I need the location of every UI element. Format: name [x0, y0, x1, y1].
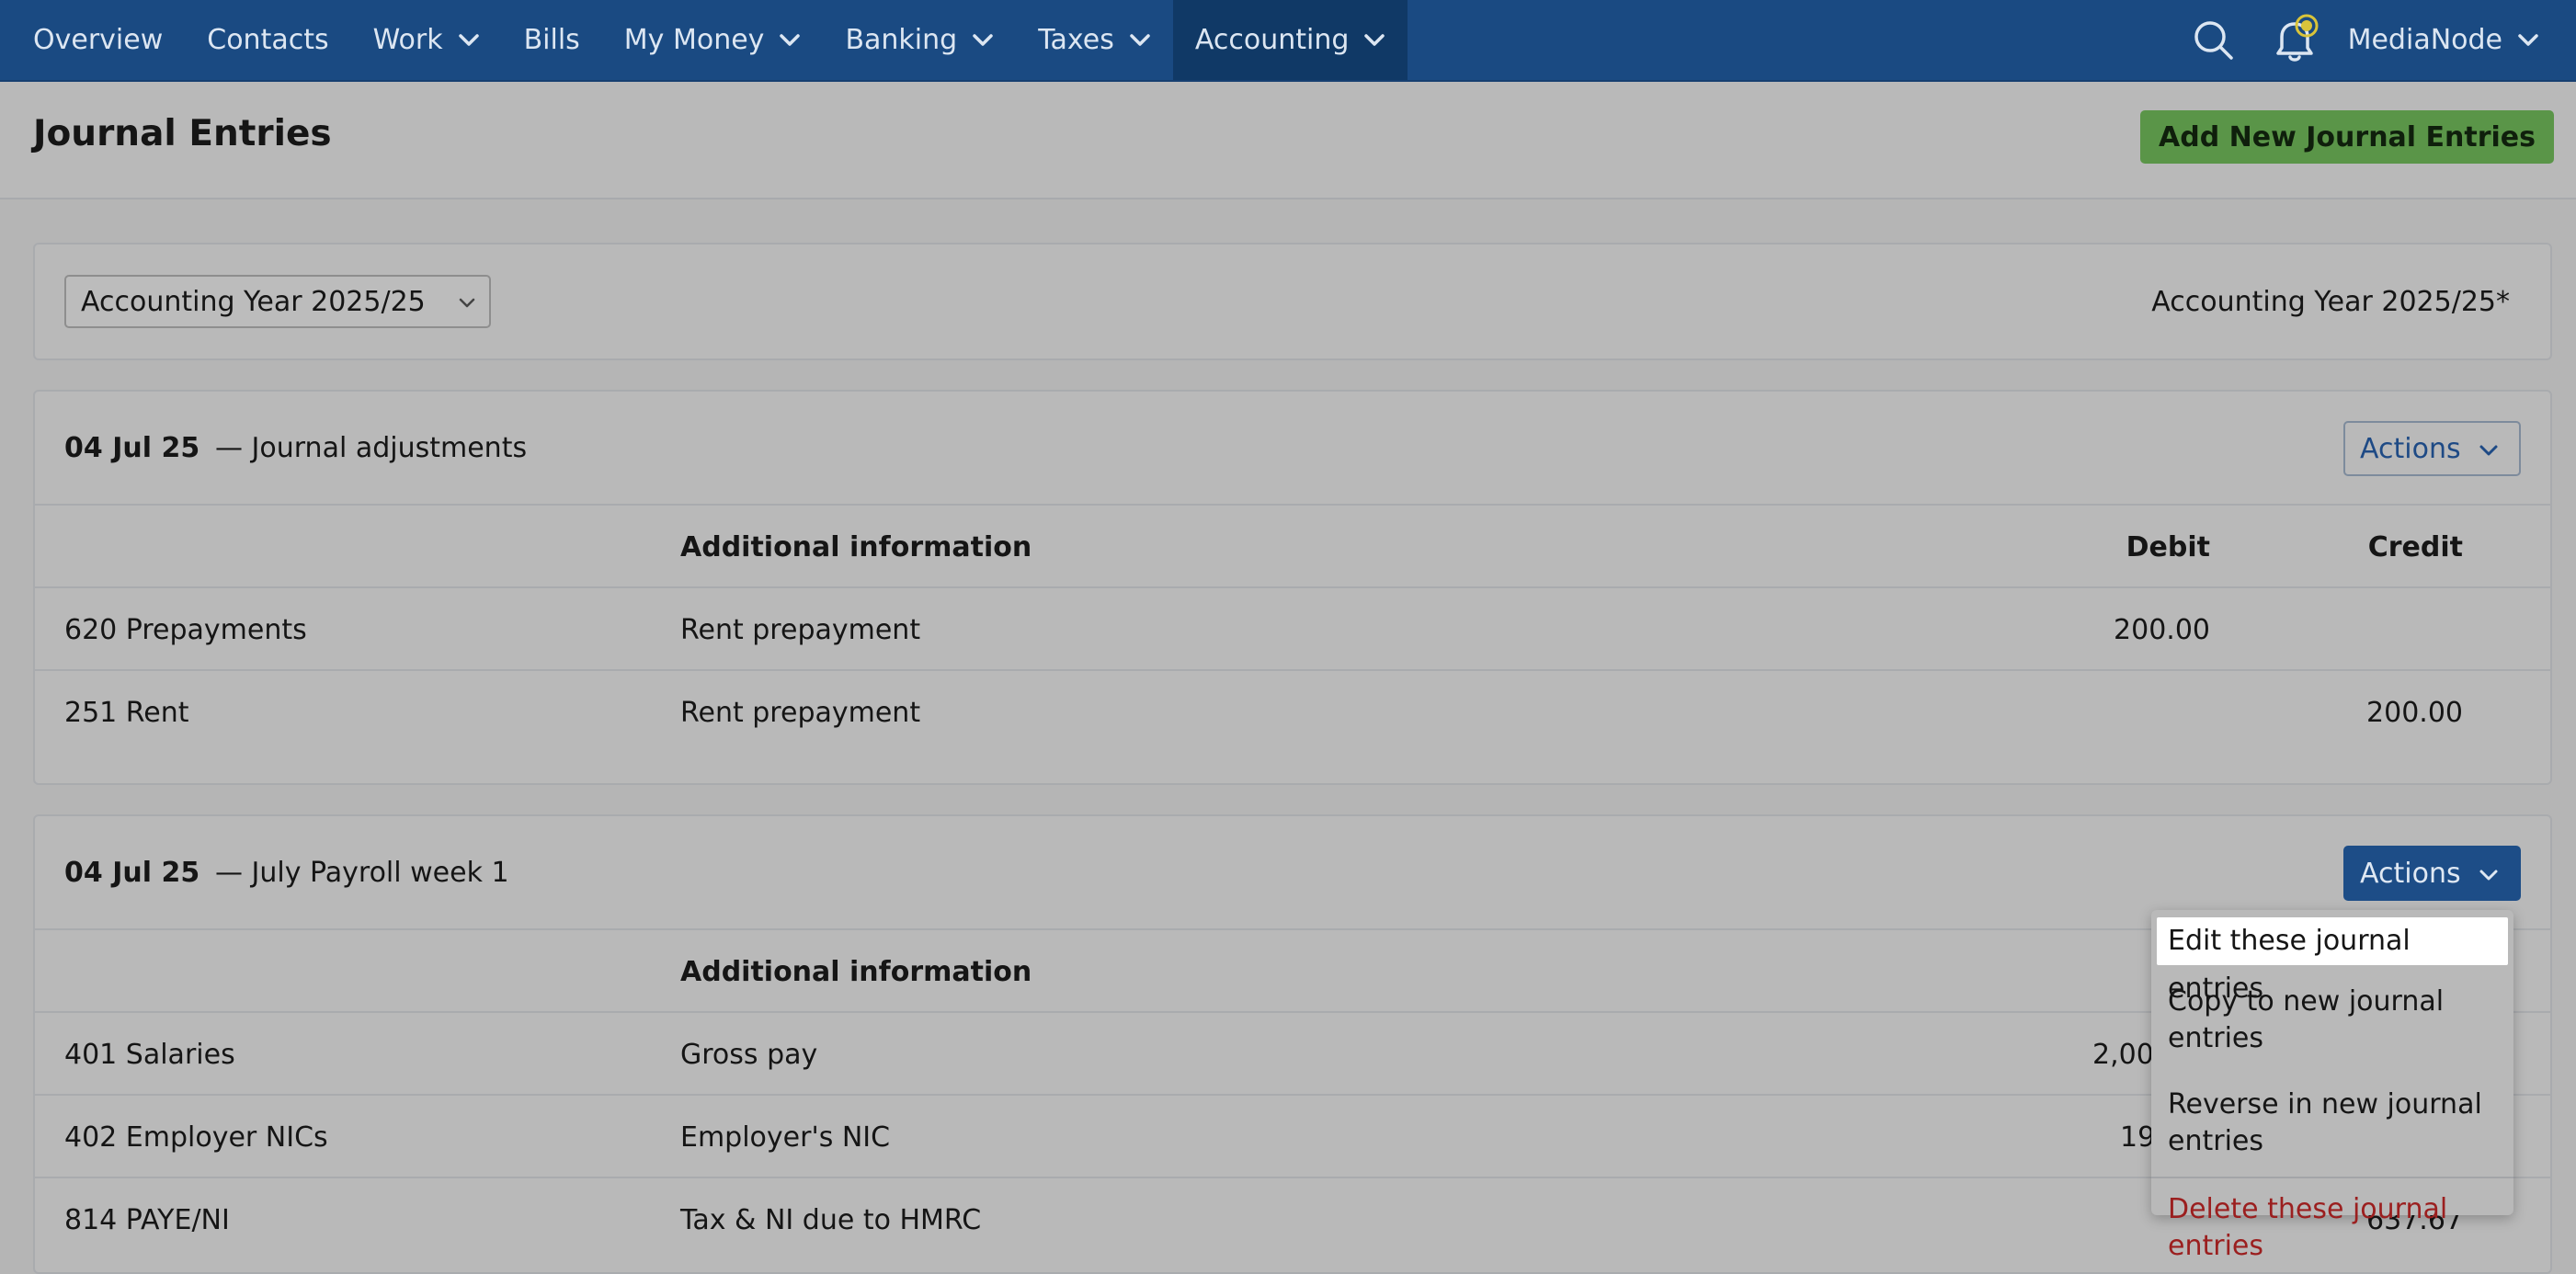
row-debit: 19 — [2120, 1121, 2156, 1154]
nav-label: Contacts — [207, 24, 329, 56]
chevron-down-icon — [973, 33, 993, 46]
journal-entry-header: 04 Jul 25 — Journal adjustments Actions — [35, 392, 2550, 506]
chevron-down-icon — [2518, 33, 2538, 46]
row-account: 620 Prepayments — [64, 614, 307, 646]
row-info: Employer's NIC — [680, 1121, 891, 1154]
nav-work[interactable]: Work — [351, 0, 502, 80]
row-account: 814 PAYE/NI — [64, 1204, 230, 1236]
page-header: Journal Entries Add New Journal Entries — [0, 82, 2576, 199]
menu-item-edit[interactable]: Edit these journal entries — [2157, 917, 2508, 1005]
row-account: 401 Salaries — [64, 1039, 235, 1071]
row-info: Rent prepayment — [680, 614, 921, 646]
nav-banking[interactable]: Banking — [823, 0, 1016, 80]
row-account: 402 Employer NICs — [64, 1121, 328, 1154]
actions-button[interactable]: Actions — [2343, 846, 2521, 901]
chevron-down-icon — [458, 33, 479, 46]
entry-description: — July Payroll week 1 — [215, 857, 509, 889]
chevron-down-icon — [1364, 33, 1385, 46]
actions-label: Actions — [2360, 432, 2461, 465]
chevron-down-icon — [2479, 445, 2498, 456]
row-info: Rent prepayment — [680, 697, 921, 729]
chevron-down-icon — [780, 33, 801, 46]
nav-my-money[interactable]: My Money — [602, 0, 824, 80]
column-header-info: Additional information — [680, 956, 1032, 988]
year-filter-card: Accounting Year 2025/25 Accounting Year … — [33, 243, 2552, 360]
nav-accounting[interactable]: Accounting — [1172, 0, 1408, 80]
menu-divider — [2151, 1177, 2513, 1178]
actions-button[interactable]: Actions — [2343, 421, 2521, 476]
nav-label: Taxes — [1038, 24, 1114, 56]
row-info: Tax & NI due to HMRC — [680, 1204, 982, 1236]
menu-item-delete[interactable]: Delete these journal entries — [2151, 1191, 2513, 1265]
column-header-info: Additional information — [680, 531, 1032, 563]
row-credit: 200.00 — [2366, 697, 2463, 729]
user-menu[interactable]: MediaNode — [2348, 24, 2576, 56]
row-debit: 2,00 — [2092, 1039, 2154, 1071]
menu-item-copy[interactable]: Copy to new journal entries — [2151, 984, 2513, 1057]
menu-item-reverse[interactable]: Reverse in new journal entries — [2151, 1086, 2513, 1160]
user-name: MediaNode — [2347, 24, 2502, 56]
nav-taxes[interactable]: Taxes — [1016, 0, 1173, 80]
nav-bills[interactable]: Bills — [502, 0, 602, 80]
accounting-year-selected: Accounting Year 2025/25 — [81, 285, 426, 318]
search-icon — [2194, 20, 2233, 60]
row-info: Gross pay — [680, 1039, 818, 1071]
notifications-button[interactable] — [2267, 13, 2322, 68]
notification-bell-icon — [2275, 14, 2319, 62]
entry-date: 04 Jul 25 — [64, 857, 200, 889]
page-title: Journal Entries — [33, 113, 332, 154]
entry-description: — Journal adjustments — [215, 432, 528, 464]
nav-label: Bills — [523, 24, 580, 56]
nav-overview[interactable]: Overview — [0, 0, 185, 80]
entry-date: 04 Jul 25 — [64, 432, 200, 464]
column-header-credit: Credit — [2367, 531, 2463, 563]
row-debit: 200.00 — [2114, 614, 2210, 646]
column-header-debit: Debit — [2126, 531, 2210, 563]
nav-right-group: MediaNode — [2186, 0, 2576, 80]
journal-entry-card: 04 Jul 25 — Journal adjustments Actions … — [33, 390, 2552, 785]
table-row: 251 Rent Rent prepayment 200.00 — [35, 671, 2550, 754]
nav-label: Work — [372, 24, 443, 56]
chevron-down-icon — [2479, 870, 2498, 881]
accounting-year-label: Accounting Year 2025/25* — [2151, 286, 2510, 318]
top-navigation: Overview Contacts Work Bills My Money Ba… — [0, 0, 2576, 82]
nav-label: Overview — [33, 24, 164, 56]
table-row: 620 Prepayments Rent prepayment 200.00 — [35, 588, 2550, 671]
search-button[interactable] — [2186, 13, 2241, 68]
add-journal-entries-button[interactable]: Add New Journal Entries — [2140, 110, 2554, 164]
accounting-year-select[interactable]: Accounting Year 2025/25 — [64, 275, 491, 328]
nav-label: My Money — [623, 24, 765, 56]
chevron-down-icon — [459, 298, 475, 308]
actions-dropdown-menu: Edit these journal entries Copy to new j… — [2151, 910, 2513, 1262]
nav-contacts[interactable]: Contacts — [185, 0, 350, 80]
nav-label: Banking — [845, 24, 958, 56]
table-header-row: Additional information Debit Credit — [35, 506, 2550, 588]
row-account: 251 Rent — [64, 697, 189, 729]
nav-label: Accounting — [1194, 24, 1350, 56]
actions-label: Actions — [2360, 857, 2461, 890]
chevron-down-icon — [1130, 33, 1150, 46]
